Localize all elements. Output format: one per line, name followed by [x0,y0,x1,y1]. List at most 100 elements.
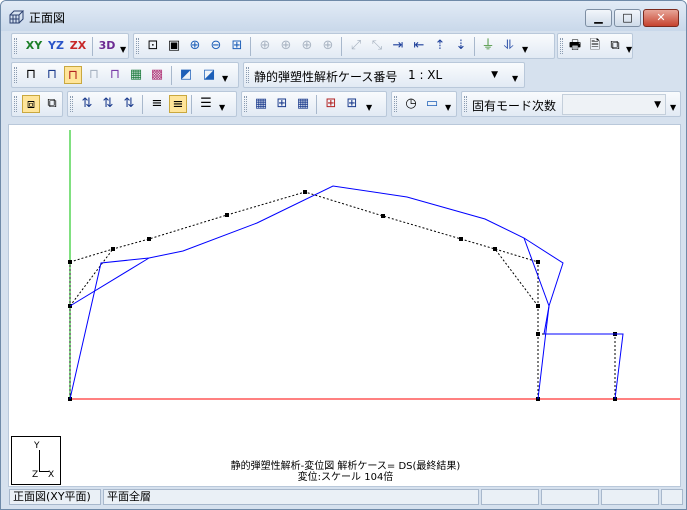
chevron-down-icon: ▼ [491,70,498,80]
clock-window-icon[interactable]: ◷ [402,95,420,113]
mode-order-select[interactable]: ▼ [562,94,666,115]
toolbar-row-3: ⧈ ⧉ ⇅ ⇅ ⇅ ≡ ≡ ☰ ▼ ▦ ⊞ ▦ ⊞ ⊞ ▼ ◷ ▭ ▼ 固有モー… [5,90,685,120]
arrow-up-icon[interactable]: ⇡ [431,37,449,55]
mode-toolbar: 固有モード次数 ▼ ▼ [461,91,681,117]
arrow-right-icon[interactable]: ⇥ [389,37,407,55]
view-zx-button[interactable]: ZX [68,37,88,55]
shrink-icon[interactable]: ⤡ [368,37,386,55]
axis-y-label: Y [34,441,40,451]
graph-options-icon[interactable]: ◪ [200,66,218,84]
zoom-toolbar: ⊡ ▣ ⊕ ⊖ ⊞ ⊕ ⊕ ⊕ ⊕ ⤢ ⤡ ⇥ ⇤ ⇡ ⇣ ⏚ ⥥ ▼ [133,33,555,59]
frame-hinge-icon[interactable]: ⊓ [106,66,124,84]
zoom-in-icon[interactable]: ⊕ [186,37,204,55]
zoom-out-icon[interactable]: ⊖ [207,37,225,55]
rotate-down-icon[interactable]: ⊕ [319,37,337,55]
arrow-down-icon[interactable]: ⇣ [452,37,470,55]
separator [316,95,317,114]
frame-deformed-icon[interactable]: ⊓ [64,66,82,84]
case-number-select[interactable]: 1 : XL ▼ [402,65,502,86]
support-icon[interactable]: ⏚ [479,37,497,55]
rotate-up-icon[interactable]: ⊕ [298,37,316,55]
solid-toolbar: ⧈ ⧉ [11,91,63,117]
original-nodes [68,190,617,401]
grid-column-icon[interactable]: ⊞ [322,95,340,113]
grid-fine-icon[interactable]: ▦ [294,95,312,113]
list-icon[interactable]: ☰ [197,95,215,113]
chevron-down-icon[interactable]: ▼ [366,104,372,112]
rotate-right-icon[interactable]: ⊕ [277,37,295,55]
grid-beam-icon[interactable]: ⊞ [343,95,361,113]
status-cell-6 [661,489,683,505]
chevron-down-icon: ▼ [654,100,661,110]
solid-icon[interactable]: ⧉ [43,95,61,113]
fit-window-icon[interactable]: ⊡ [144,37,162,55]
status-cell-5 [601,489,659,505]
mode-order-label: 固有モード次数 [472,99,557,113]
close-icon: ✕ [656,11,666,24]
load-icon[interactable]: ⥥ [500,37,518,55]
drawing-canvas[interactable]: Y Z X 静的弾塑性解析-変位図 解析ケース= DS(最終結果) 変位:スケー… [8,124,681,487]
copy-icon[interactable]: ⧉ [606,37,624,55]
picture-icon[interactable]: ▣ [165,37,183,55]
separator [474,37,475,56]
toolbar-grip[interactable] [14,96,17,112]
status-cell-3 [481,489,539,505]
caption-title: 静的弾塑性解析-変位図 解析ケース= DS(最終結果) [230,461,461,472]
minimize-icon: ▁ [594,11,603,24]
print-icon[interactable]: 🖶 [566,37,584,55]
chevron-down-icon[interactable]: ▼ [120,46,126,54]
frame-portal-icon[interactable]: ⊓ [22,66,40,84]
toolbar-grip[interactable] [14,38,17,54]
print-preview-icon[interactable]: 🗎 [586,37,604,55]
toolbar-grip[interactable] [70,96,73,112]
frame-crack-icon[interactable]: ▩ [148,66,166,84]
zoom-window-icon[interactable]: ⊞ [228,37,246,55]
frame-column-icon[interactable]: ⊓ [43,66,61,84]
case-number-label: 静的弾塑性解析ケース番号 [254,70,398,84]
grid-coarse-icon[interactable]: ⊞ [273,95,291,113]
toolbar-row-2: ⊓ ⊓ ⊓ ⊓ ⊓ ▦ ▩ ◩ ◪ ▼ 静的弾塑性解析ケース番号 1 : XL … [5,61,685,89]
frame-grid-icon[interactable]: ▦ [127,66,145,84]
toolbar-grip[interactable] [246,67,249,83]
sort-down-icon[interactable]: ⇅ [99,95,117,113]
frame-moment-icon[interactable]: ⊓ [85,66,103,84]
chevron-down-icon[interactable]: ▼ [670,104,676,112]
chevron-down-icon[interactable]: ▼ [219,104,225,112]
toolbar-grip[interactable] [14,67,17,83]
maximize-button[interactable]: □ [614,9,641,27]
grid-icon[interactable]: ▦ [252,95,270,113]
chevron-down-icon[interactable]: ▼ [445,104,451,112]
chevron-down-icon[interactable]: ▼ [222,75,228,83]
toolbar-row-1: XY YZ ZX 3D ▼ ⊡ ▣ ⊕ ⊖ ⊞ ⊕ ⊕ ⊕ ⊕ ⤢ ⤡ ⇥ ⇤ … [5,32,685,61]
separator [92,37,93,56]
status-cell-4 [541,489,599,505]
toolbar-grip[interactable] [244,96,247,112]
view-xy-button[interactable]: XY [24,37,44,55]
minimize-button[interactable]: ▁ [585,9,612,27]
label-active-icon[interactable]: ≡ [169,95,187,113]
label-toolbar: ⇅ ⇅ ⇅ ≡ ≡ ☰ ▼ [67,91,237,117]
chevron-down-icon[interactable]: ▼ [512,75,518,83]
view-3d-button[interactable]: 3D [97,37,117,55]
graph-icon[interactable]: ◩ [177,66,195,84]
sort-up-icon[interactable]: ⇅ [78,95,96,113]
chevron-down-icon[interactable]: ▼ [522,46,528,54]
chevron-down-icon[interactable]: ▼ [626,46,632,54]
title-bar[interactable]: 正面図 ▁ □ ✕ [1,1,686,31]
grid-toolbar: ▦ ⊞ ▦ ⊞ ⊞ ▼ [241,91,387,117]
expand-icon[interactable]: ⤢ [347,37,365,55]
wireframe-icon[interactable]: ⧈ [22,95,40,113]
close-button[interactable]: ✕ [643,9,679,27]
frame-3d-icon [9,10,25,24]
rotate-left-icon[interactable]: ⊕ [256,37,274,55]
label-icon[interactable]: ≡ [148,95,166,113]
sort-mixed-icon[interactable]: ⇅ [120,95,138,113]
toolbar-grip[interactable] [136,38,139,54]
toolbar-grip[interactable] [560,38,563,54]
arrow-left-icon[interactable]: ⇤ [410,37,428,55]
toolbar-grip[interactable] [464,96,467,112]
view-yz-button[interactable]: YZ [46,37,66,55]
toolbar-grip[interactable] [394,96,397,112]
monitor-icon[interactable]: ▭ [423,95,441,113]
separator [191,95,192,114]
